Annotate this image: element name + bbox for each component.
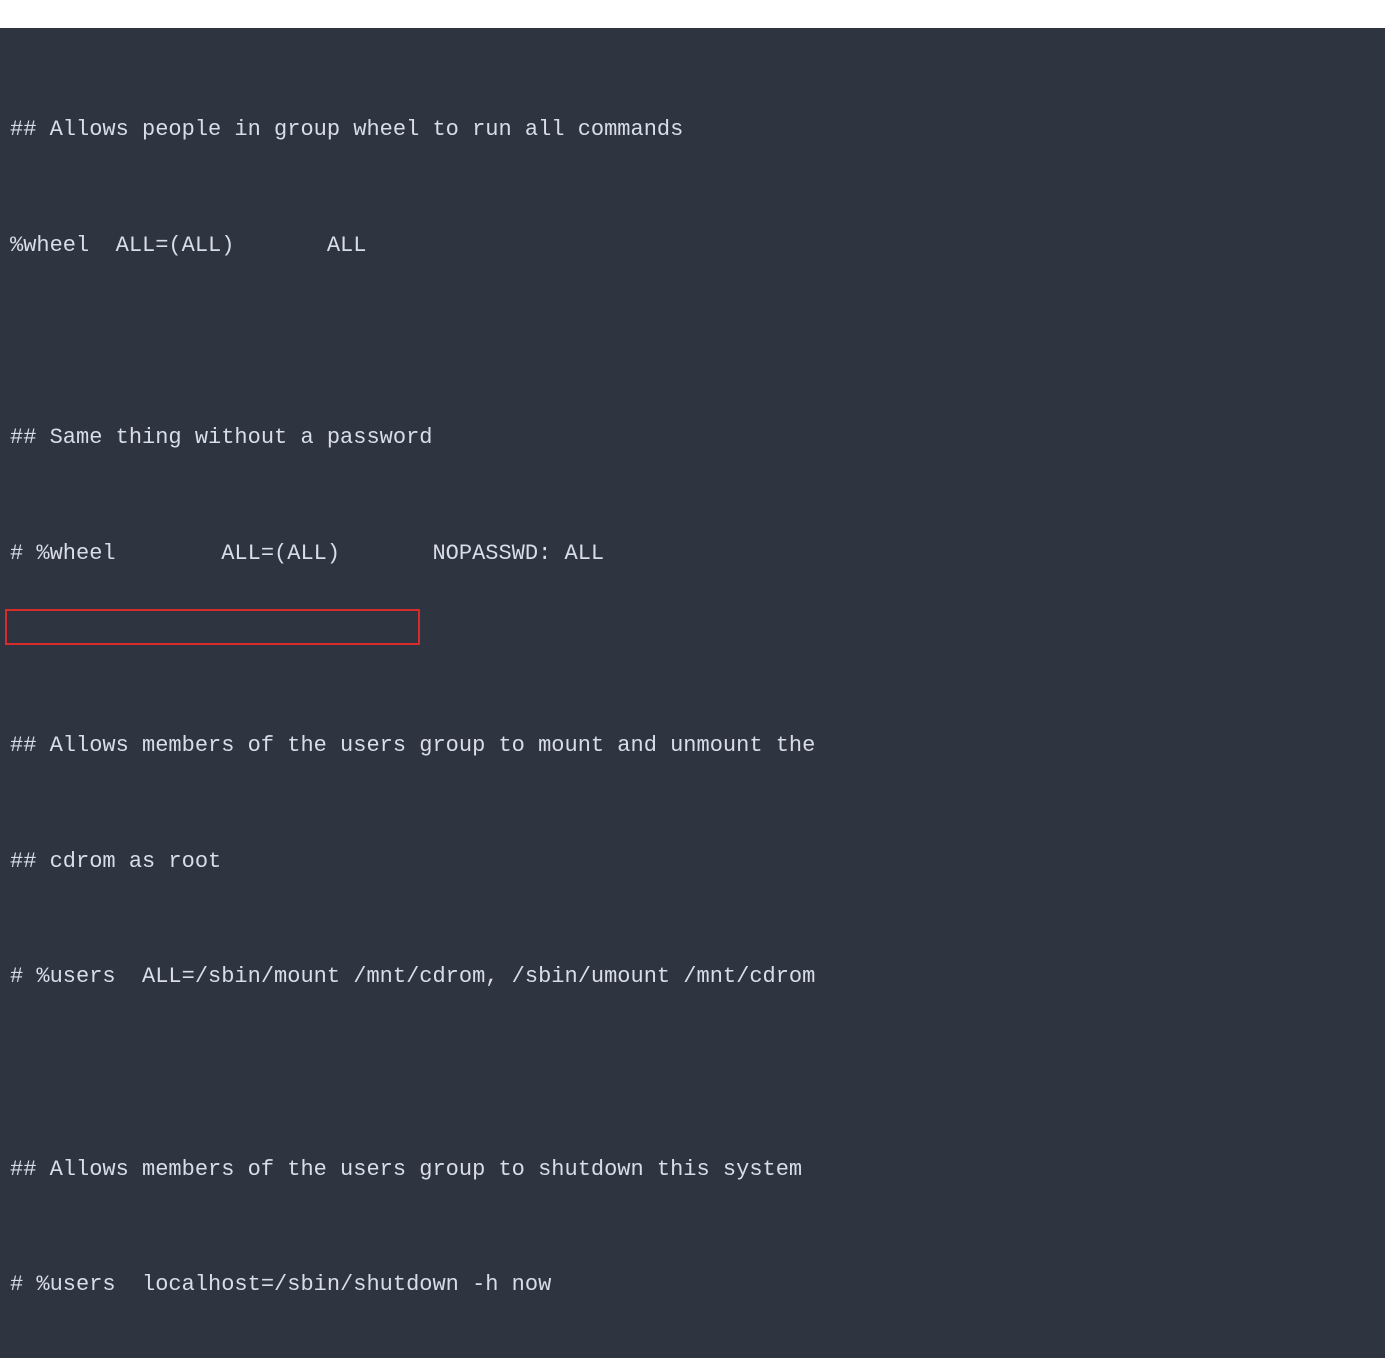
terminal-line: ## Allows members of the users group to …: [10, 1151, 1375, 1190]
terminal-line: ## Same thing without a password: [10, 419, 1375, 458]
terminal-line: # %wheel ALL=(ALL) NOPASSWD: ALL: [10, 535, 1375, 574]
terminal-line: %wheel ALL=(ALL) ALL: [10, 227, 1375, 266]
top-white-gap: [0, 0, 1385, 28]
terminal-window[interactable]: ## Allows people in group wheel to run a…: [0, 28, 1385, 1358]
highlight-annotation-box: [5, 609, 420, 645]
terminal-line: # %users ALL=/sbin/mount /mnt/cdrom, /sb…: [10, 958, 1375, 997]
terminal-line: # %users localhost=/sbin/shutdown -h now: [10, 1266, 1375, 1305]
terminal-line: ## Allows members of the users group to …: [10, 727, 1375, 766]
terminal-line: ## Allows people in group wheel to run a…: [10, 111, 1375, 150]
terminal-line: ## cdrom as root: [10, 843, 1375, 882]
